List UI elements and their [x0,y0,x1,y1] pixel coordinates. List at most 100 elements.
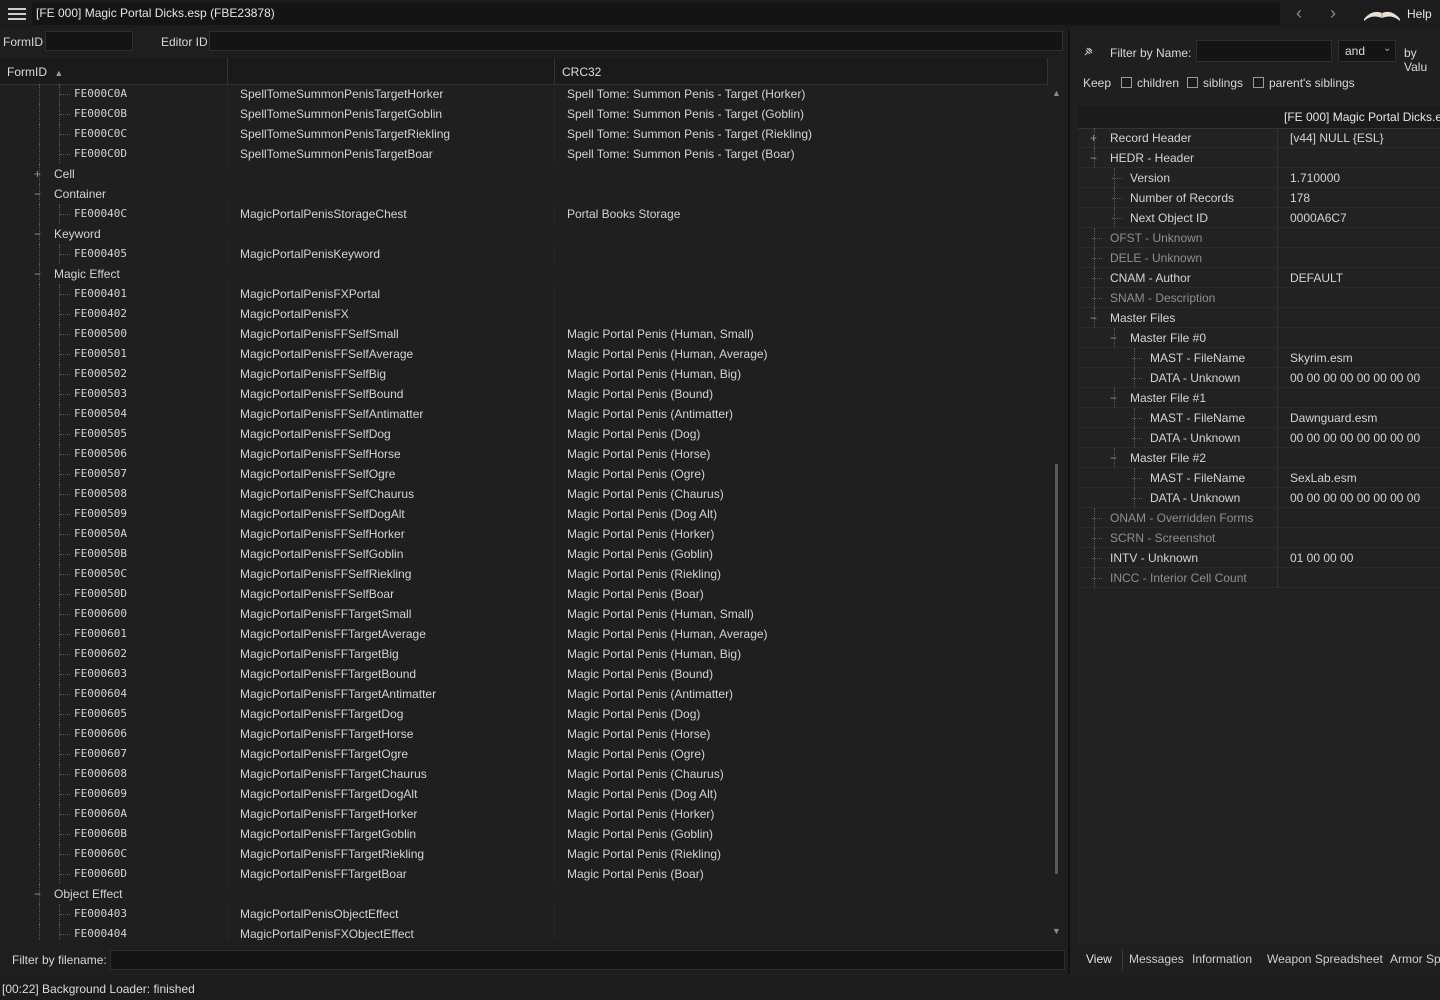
keep-siblings-checkbox[interactable] [1187,77,1198,88]
table-row[interactable]: FE000509 MagicPortalPenisFFSelfDogAlt Magi… [0,504,1048,524]
logic-select[interactable]: and ⌄ [1338,40,1396,62]
table-row[interactable]: FE000606 MagicPortalPenisFFTargetHorse Mag… [0,724,1048,744]
scroll-thumb[interactable] [1055,464,1058,874]
group-label: Object Effect [54,887,123,901]
table-row[interactable]: FE00060C MagicPortalPenisFFTargetRiekling… [0,844,1048,864]
record-element-row[interactable]: CNAM - Author DEFAULT [1078,268,1440,288]
table-row[interactable]: FE00050B MagicPortalPenisFFSelfGoblin Magi… [0,544,1048,564]
record-element-row[interactable]: OFST - Unknown [1078,228,1440,248]
table-row[interactable]: FE000605 MagicPortalPenisFFTargetDog Magic… [0,704,1048,724]
table-row[interactable]: FE000404 MagicPortalPenisFXObjectEffect [0,924,1048,940]
record-element-row[interactable]: DATA - Unknown 00 00 00 00 00 00 00 00 [1078,428,1440,448]
expand-icon[interactable]: + [34,164,41,184]
hamburger-menu-icon[interactable] [8,8,26,20]
table-row[interactable]: FE000C0C SpellTomeSummonPenisTargetRiekli… [0,124,1048,144]
table-row[interactable]: FE00050D MagicPortalPenisFFSelfBoar Magic … [0,584,1048,604]
tree-group-row[interactable]: − Object Effect [0,884,1048,904]
tree-group-row[interactable]: + Cell [0,164,1048,184]
record-element-row[interactable]: DATA - Unknown 00 00 00 00 00 00 00 00 [1078,368,1440,388]
record-element-row[interactable]: INCC - Interior Cell Count [1078,568,1440,588]
record-element-row[interactable]: Number of Records 178 [1078,188,1440,208]
table-row[interactable]: FE000507 MagicPortalPenisFFSelfOgre Magic … [0,464,1048,484]
table-row[interactable]: FE000600 MagicPortalPenisFFTargetSmall Mag… [0,604,1048,624]
record-element-row[interactable]: − Master File #2 [1078,448,1440,468]
tab-armor-spreadsheet[interactable]: Armor Spr [1390,952,1440,966]
table-row[interactable]: FE000C0A SpellTomeSummonPenisTargetHorker… [0,84,1048,104]
record-element-row[interactable]: ONAM - Overridden Forms [1078,508,1440,528]
record-element-row[interactable]: DATA - Unknown 00 00 00 00 00 00 00 00 [1078,488,1440,508]
table-row[interactable]: FE000502 MagicPortalPenisFFSelfBig Magic P… [0,364,1048,384]
record-element-row[interactable]: INTV - Unknown 01 00 00 00 [1078,548,1440,568]
tree-group-row[interactable]: − Magic Effect [0,264,1048,284]
table-row[interactable]: FE000402 MagicPortalPenisFX [0,304,1048,324]
record-element-row[interactable]: SNAM - Description [1078,288,1440,308]
table-row[interactable]: FE000405 MagicPortalPenisKeyword [0,244,1048,264]
filter-by-name-input[interactable] [1196,40,1332,62]
table-row[interactable]: FE00060B MagicPortalPenisFFTargetGoblin Ma… [0,824,1048,844]
tree-group-row[interactable]: − Container [0,184,1048,204]
keep-parents-siblings-checkbox[interactable] [1253,77,1264,88]
table-row[interactable]: FE00050A MagicPortalPenisFFSelfHorker Magi… [0,524,1048,544]
column-header-crc32[interactable]: CRC32 [555,58,1048,84]
table-row[interactable]: FE000500 MagicPortalPenisFFSelfSmall Magic… [0,324,1048,344]
scroll-down-icon[interactable]: ▼ [1052,926,1061,936]
tab-weapon-spreadsheet[interactable]: Weapon Spreadsheet [1267,952,1383,966]
column-divider [227,904,228,924]
tab-messages[interactable]: Messages [1129,952,1184,966]
table-row[interactable]: FE00040C MagicPortalPenisStorageChest Port… [0,204,1048,224]
table-row[interactable]: FE000C0D SpellTomeSummonPenisTargetBoar Sp… [0,144,1048,164]
record-element-row[interactable]: + Record Header [v44] NULL {ESL} [1078,128,1440,148]
table-row[interactable]: FE00060D MagicPortalPenisFFTargetBoar Magi… [0,864,1048,884]
record-element-row[interactable]: − HEDR - Header [1078,148,1440,168]
back-arrow-icon[interactable]: ‹ [1296,3,1302,24]
column-header-formid[interactable]: FormID ▲ [0,58,228,84]
help-button[interactable]: Help [1407,7,1432,21]
record-element-row[interactable]: SCRN - Screenshot [1078,528,1440,548]
table-row[interactable]: FE000403 MagicPortalPenisObjectEffect [0,904,1048,924]
table-row[interactable]: FE000602 MagicPortalPenisFFTargetBig Magic… [0,644,1048,664]
keep-children-checkbox[interactable] [1121,77,1132,88]
table-row[interactable]: FE000609 MagicPortalPenisFFTargetDogAlt Ma… [0,784,1048,804]
tree-group-row[interactable]: − Keyword [0,224,1048,244]
record-element-row[interactable]: − Master File #0 [1078,328,1440,348]
table-row[interactable]: FE000506 MagicPortalPenisFFSelfHorse Magic… [0,444,1048,464]
scroll-up-icon[interactable]: ▲ [1052,88,1061,98]
collapse-icon[interactable]: − [34,224,41,244]
table-row[interactable]: FE000608 MagicPortalPenisFFTargetChaurus M… [0,764,1048,784]
pin-icon[interactable] [1082,46,1094,58]
table-row[interactable]: FE00060A MagicPortalPenisFFTargetHorker Ma… [0,804,1048,824]
book-icon[interactable] [1362,5,1402,23]
table-row[interactable]: FE000607 MagicPortalPenisFFTargetOgre Magi… [0,744,1048,764]
record-element-row[interactable]: MAST - FileName Skyrim.esm [1078,348,1440,368]
forward-arrow-icon[interactable]: › [1330,3,1336,24]
collapse-icon[interactable]: − [34,264,41,284]
record-element-row[interactable]: MAST - FileName SexLab.esm [1078,468,1440,488]
record-element-row[interactable]: Next Object ID 0000A6C7 [1078,208,1440,228]
column-header-editorid[interactable] [228,58,555,84]
table-row[interactable]: FE000504 MagicPortalPenisFFSelfAntimatter… [0,404,1048,424]
tab-information[interactable]: Information [1192,952,1252,966]
filename-filter-input[interactable] [110,950,1065,970]
table-row[interactable]: FE000505 MagicPortalPenisFFSelfDog Magic P… [0,424,1048,444]
vertical-scrollbar[interactable]: ▲ ▼ [1048,84,1066,940]
table-row[interactable]: FE000C0B SpellTomeSummonPenisTargetGoblin… [0,104,1048,124]
table-row[interactable]: FE000604 MagicPortalPenisFFTargetAntimatt… [0,684,1048,704]
formid-filter-input[interactable] [45,31,133,51]
record-element-row[interactable]: Version 1.710000 [1078,168,1440,188]
table-row[interactable]: FE00050C MagicPortalPenisFFSelfRiekling Ma… [0,564,1048,584]
table-row[interactable]: FE000508 MagicPortalPenisFFSelfChaurus Mag… [0,484,1048,504]
collapse-icon[interactable]: − [34,184,41,204]
table-row[interactable]: FE000603 MagicPortalPenisFFTargetBound Mag… [0,664,1048,684]
tab-view[interactable]: View [1086,952,1112,966]
record-element-row[interactable]: − Master File #1 [1078,388,1440,408]
table-row[interactable]: FE000501 MagicPortalPenisFFSelfAverage Mag… [0,344,1048,364]
editorid-filter-input[interactable] [209,31,1063,51]
record-element-row[interactable]: DELE - Unknown [1078,248,1440,268]
record-element-row[interactable]: − Master Files [1078,308,1440,328]
formid-cell: FE00050C [74,567,127,580]
collapse-icon[interactable]: − [34,884,41,904]
table-row[interactable]: FE000401 MagicPortalPenisFXPortal [0,284,1048,304]
table-row[interactable]: FE000601 MagicPortalPenisFFTargetAverage M… [0,624,1048,644]
record-element-row[interactable]: MAST - FileName Dawnguard.esm [1078,408,1440,428]
table-row[interactable]: FE000503 MagicPortalPenisFFSelfBound Magic… [0,384,1048,404]
